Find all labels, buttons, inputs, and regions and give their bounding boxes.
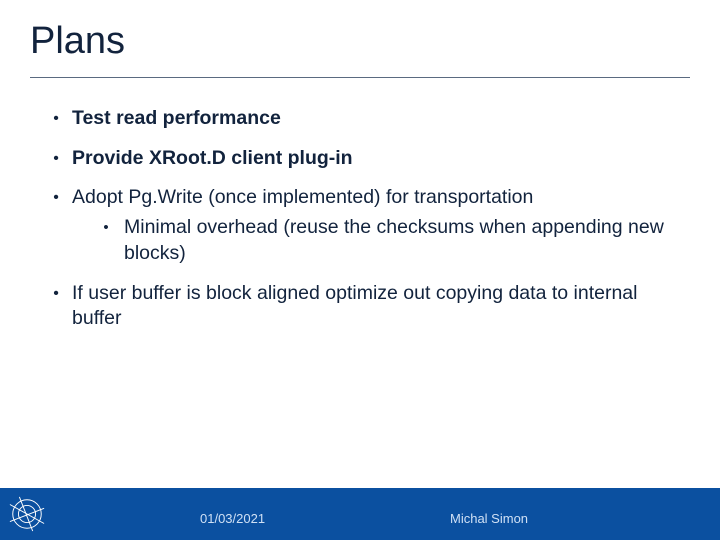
slide-body: • Test read performance • Provide XRoot.… — [0, 78, 720, 332]
page-title: Plans — [0, 0, 720, 63]
sub-bullet-text: Minimal overhead (reuse the checksums wh… — [124, 215, 680, 266]
footer-bar: 01/03/2021 Michal Simon — [0, 488, 720, 540]
footer-date: 01/03/2021 — [200, 511, 265, 526]
bullet-marker: • — [40, 185, 72, 211]
bullet-marker: • — [40, 281, 72, 332]
cern-logo-icon — [8, 495, 46, 533]
bullet-item: • If user buffer is block aligned optimi… — [40, 281, 680, 332]
bullet-marker: • — [40, 106, 72, 132]
bullet-text: Test read performance — [72, 106, 680, 132]
bullet-item: • Adopt Pg.Write (once implemented) for … — [40, 185, 680, 211]
sub-bullet-item: • Minimal overhead (reuse the checksums … — [88, 215, 680, 266]
bullet-item: • Test read performance — [40, 106, 680, 132]
bullet-text: Provide XRoot.D client plug-in — [72, 146, 680, 172]
bullet-item: • Provide XRoot.D client plug-in — [40, 146, 680, 172]
bullet-text: If user buffer is block aligned optimize… — [72, 281, 680, 332]
bullet-text: Adopt Pg.Write (once implemented) for tr… — [72, 185, 680, 211]
bullet-marker: • — [88, 215, 124, 266]
bullet-marker: • — [40, 146, 72, 172]
footer-author: Michal Simon — [450, 511, 528, 526]
